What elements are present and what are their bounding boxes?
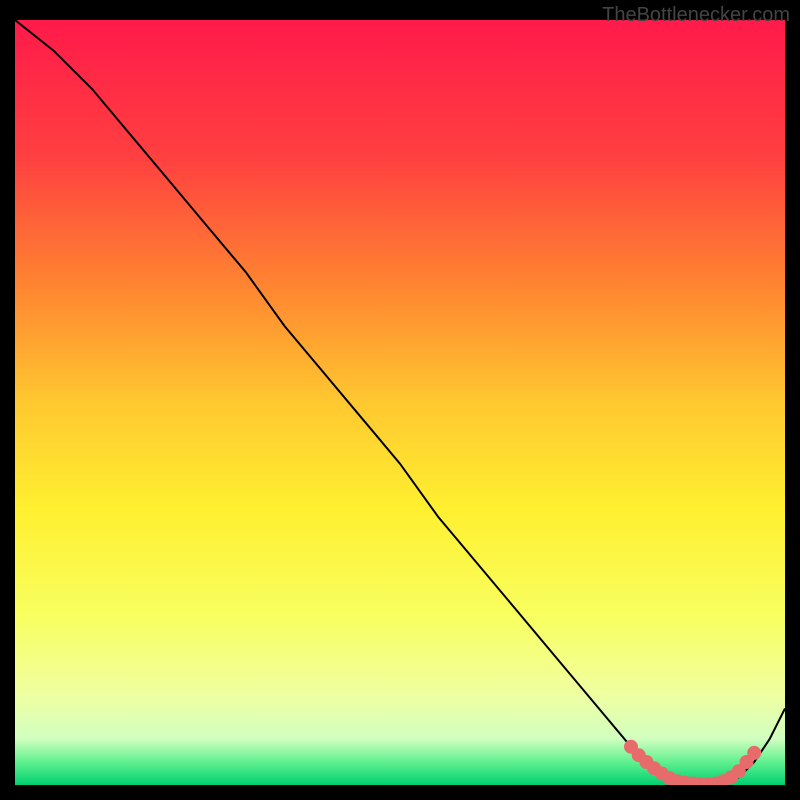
- chart-svg: [15, 20, 785, 785]
- data-marker: [747, 746, 761, 760]
- watermark-text: TheBottlenecker.com: [602, 4, 790, 27]
- chart-area: [15, 20, 785, 785]
